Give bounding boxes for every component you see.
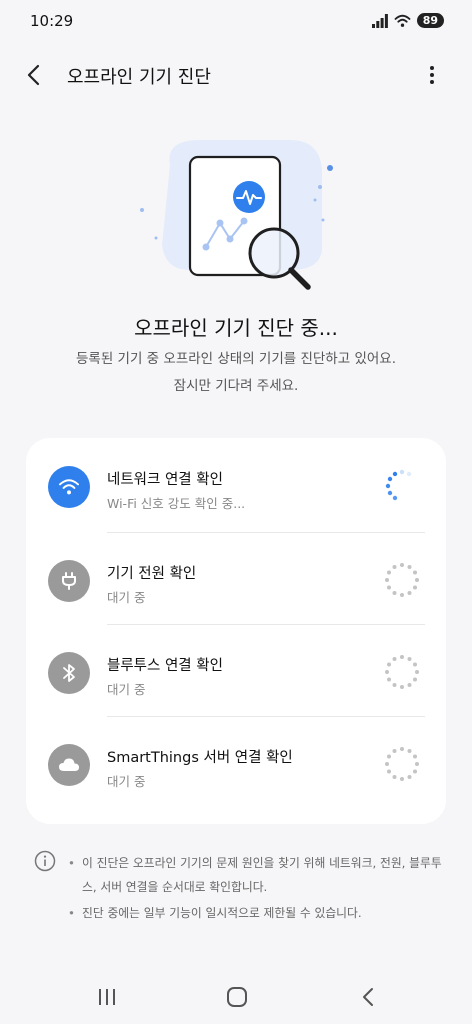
more-dot-icon: [430, 80, 434, 84]
system-nav-bar: [0, 970, 472, 1024]
battery-badge: 89: [416, 13, 444, 28]
check-item-network: 네트워크 연결 확인 Wi-Fi 신호 강도 확인 중...: [26, 438, 446, 530]
info-notes: 이 진단은 오프라인 기기의 문제 원인을 찾기 위해 네트워크, 전원, 블루…: [68, 851, 448, 927]
signal-icon: [371, 13, 388, 28]
plug-icon: [48, 560, 90, 602]
nav-back-button[interactable]: [348, 982, 388, 1012]
description-line: 잠시만 기다려 주세요.: [173, 378, 299, 394]
check-status: 대기 중: [107, 774, 146, 789]
page-title: 오프라인 기기 진단: [67, 67, 211, 88]
status-time: 10:29: [30, 12, 74, 30]
more-options-button[interactable]: [420, 60, 444, 90]
check-item-server: SmartThings 서버 연결 확인 대기 중: [26, 716, 446, 808]
check-status: 대기 중: [107, 682, 146, 697]
check-title: 네트워크 연결 확인: [107, 472, 223, 488]
recent-apps-icon: [99, 989, 115, 1005]
info-note: 이 진단은 오프라인 기기의 문제 원인을 찾기 위해 네트워크, 전원, 블루…: [68, 851, 448, 899]
status-icons: 89: [371, 13, 444, 28]
pending-spinner-icon: [385, 563, 419, 597]
recent-apps-button[interactable]: [87, 982, 127, 1012]
check-status: 대기 중: [107, 590, 146, 605]
check-status: Wi-Fi 신호 강도 확인 중...: [107, 496, 246, 511]
check-item-bluetooth: 블루투스 연결 확인 대기 중: [26, 624, 446, 716]
check-title: 기기 전원 확인: [107, 566, 197, 582]
pending-spinner-icon: [385, 747, 419, 781]
info-icon: [34, 850, 56, 872]
home-icon: [227, 987, 247, 1007]
diagnosis-description: 등록된 기기 중 오프라인 상태의 기기를 진단하고 있어요. 잠시만 기다려 …: [20, 346, 452, 400]
diagnosis-illustration: [140, 140, 333, 290]
nav-back-icon: [363, 988, 373, 1006]
back-button[interactable]: [18, 60, 48, 90]
diagnosis-checklist-card: 네트워크 연결 확인 Wi-Fi 신호 강도 확인 중... 기기 전원 확인 …: [26, 438, 446, 824]
back-arrow-icon: [27, 64, 40, 86]
loading-spinner-icon: [385, 469, 412, 501]
description-line: 등록된 기기 중 오프라인 상태의 기기를 진단하고 있어요.: [76, 351, 396, 367]
bluetooth-icon: [48, 652, 90, 694]
home-button[interactable]: [217, 982, 257, 1012]
more-dot-icon: [430, 66, 434, 70]
app-bar: 오프라인 기기 진단: [0, 50, 472, 98]
cloud-icon: [48, 744, 90, 786]
wifi-status-icon: [394, 14, 411, 27]
check-title: 블루투스 연결 확인: [107, 658, 223, 674]
pending-spinner-icon: [385, 655, 419, 689]
diagnosis-title: 오프라인 기기 진단 중...: [134, 316, 338, 340]
info-note: 진단 중에는 일부 기능이 일시적으로 제한될 수 있습니다.: [68, 901, 448, 925]
wifi-icon: [48, 466, 90, 508]
check-item-power: 기기 전원 확인 대기 중: [26, 532, 446, 624]
status-bar: 10:29 89: [0, 0, 472, 44]
check-title: SmartThings 서버 연결 확인: [107, 750, 293, 766]
more-dot-icon: [430, 73, 434, 77]
